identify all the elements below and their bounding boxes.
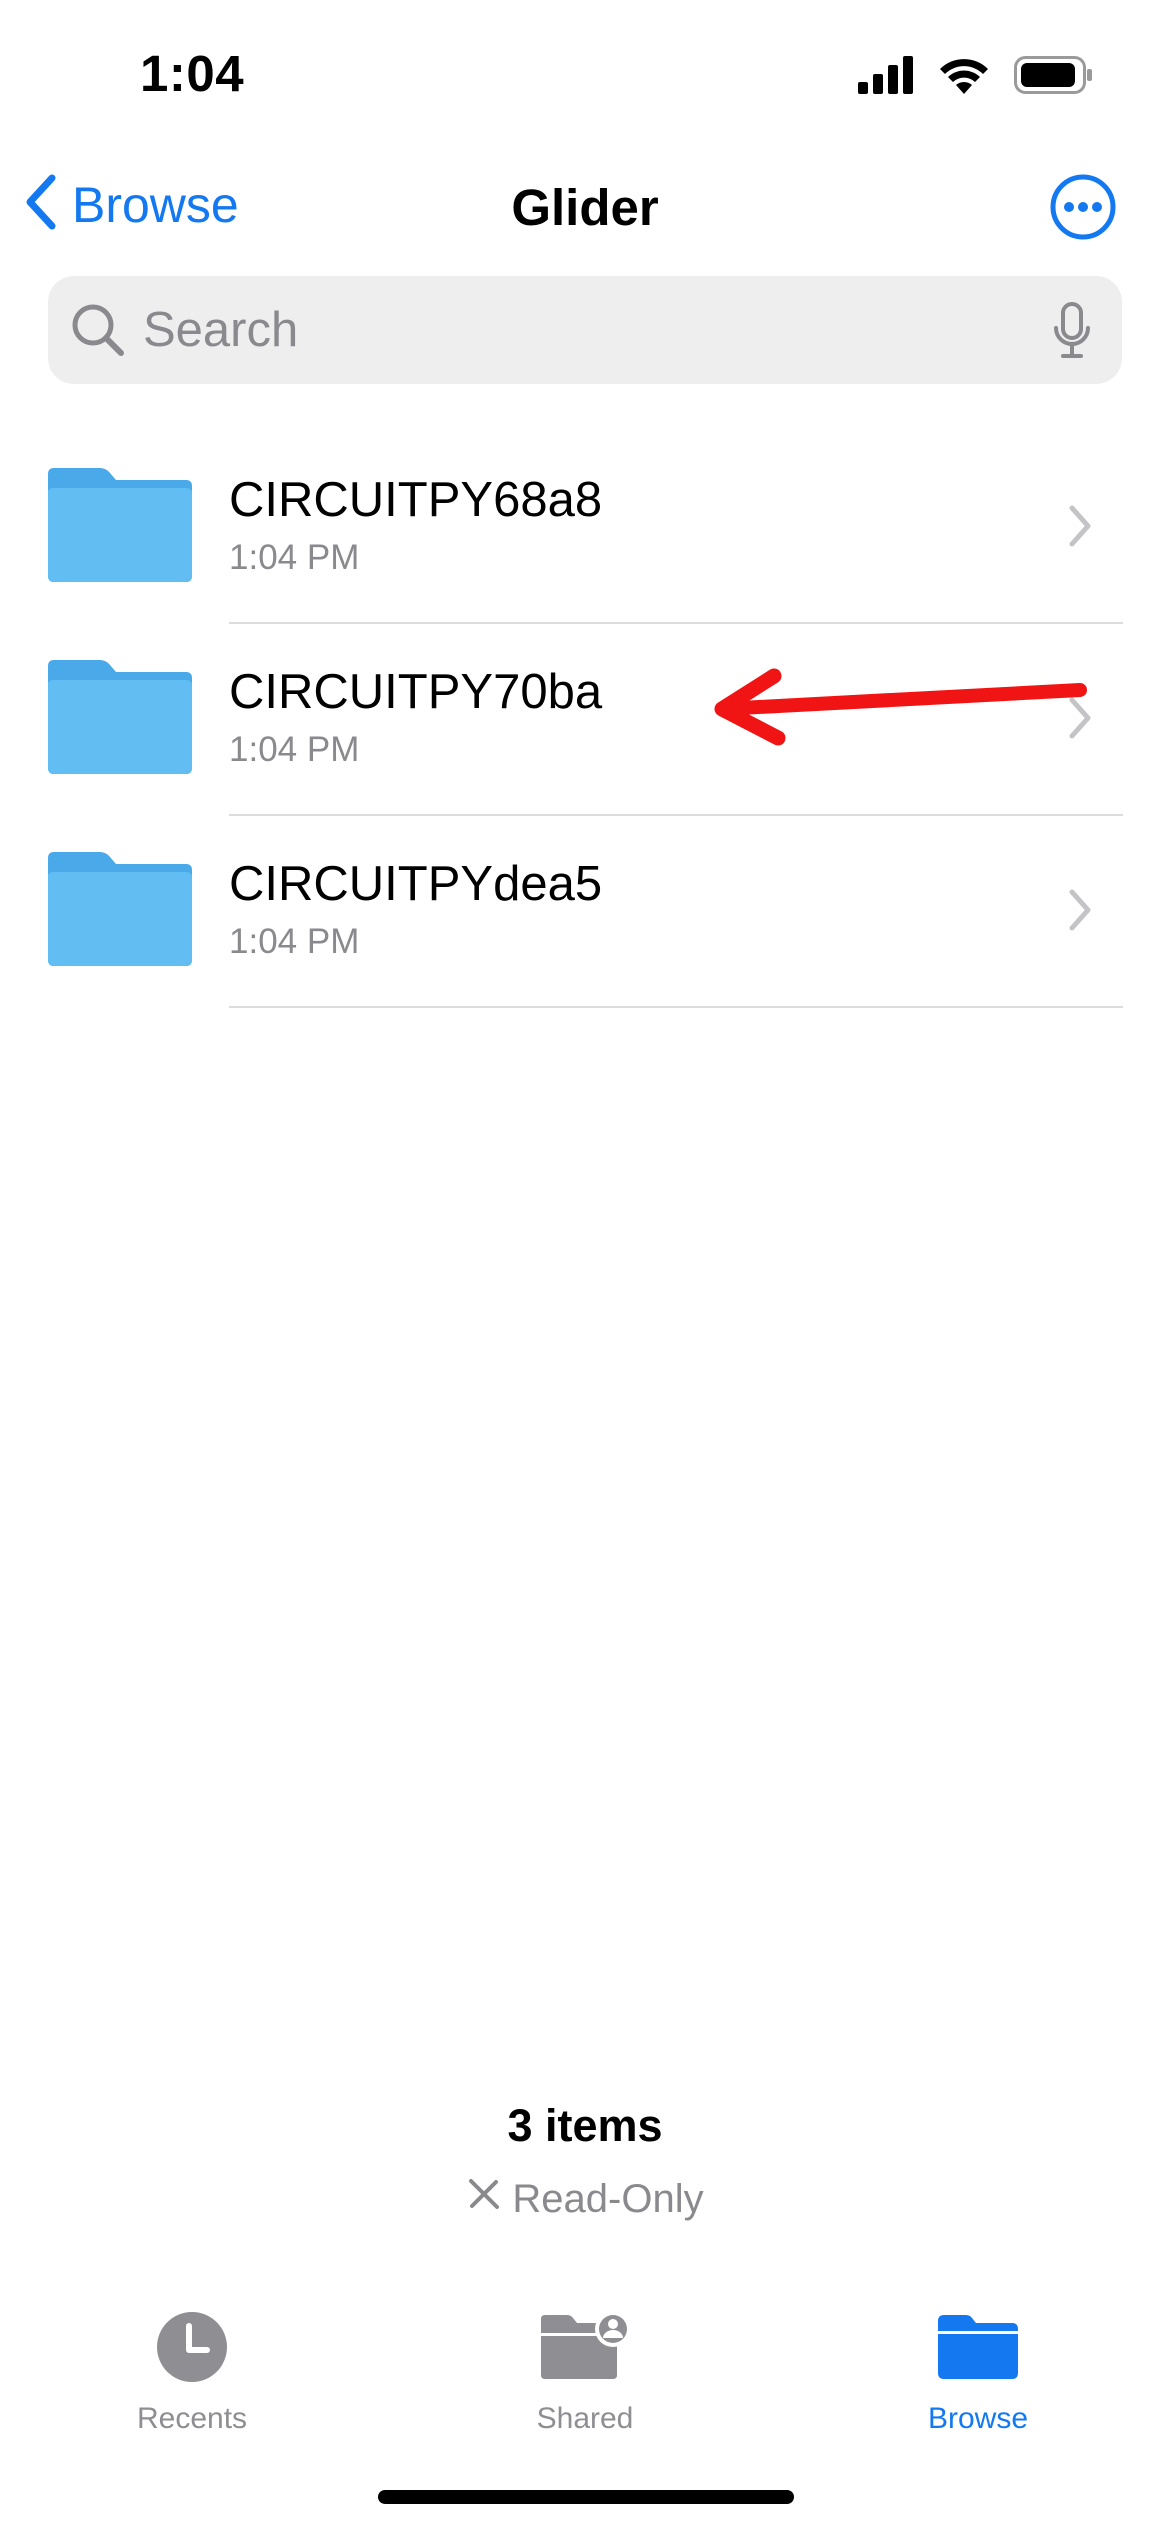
file-name: CIRCUITPY68a8	[229, 473, 603, 527]
tab-label: Browse	[927, 2402, 1029, 2435]
wifi-icon	[938, 56, 990, 99]
chevron-right-icon	[1068, 504, 1092, 553]
chevron-right-icon	[1068, 696, 1092, 745]
chevron-right-icon	[1068, 888, 1092, 937]
folder-icon	[48, 852, 192, 971]
search-bar[interactable]	[48, 276, 1122, 384]
shared-folder-icon	[537, 2310, 633, 2388]
microphone-icon[interactable]	[1052, 302, 1092, 365]
file-name: CIRCUITPYdea5	[229, 857, 603, 911]
more-options-button[interactable]	[1049, 173, 1117, 241]
file-time: 1:04 PM	[229, 922, 360, 961]
folder-icon	[938, 2314, 1018, 2384]
file-name: CIRCUITPY70ba	[229, 665, 603, 719]
file-time: 1:04 PM	[229, 538, 360, 577]
read-only-status: Read-Only	[0, 2176, 1170, 2222]
status-icons	[858, 56, 1094, 99]
tab-browse[interactable]: Browse	[858, 2304, 1098, 2436]
list-item[interactable]: CIRCUITPY70ba 1:04 PM	[0, 624, 1170, 816]
cellular-signal-icon	[858, 56, 914, 99]
page-title: Glider	[511, 179, 659, 236]
tab-shared[interactable]: Shared	[465, 2304, 705, 2436]
tab-label: Recents	[136, 2402, 248, 2435]
home-indicator[interactable]	[378, 2490, 794, 2504]
battery-icon	[1014, 56, 1094, 99]
read-only-label: Read-Only	[512, 2176, 704, 2221]
folder-icon	[48, 468, 192, 587]
ellipsis-circle-icon	[1049, 174, 1117, 245]
clock-icon	[155, 2310, 229, 2389]
tab-recents[interactable]: Recents	[72, 2304, 312, 2436]
search-icon	[70, 302, 126, 363]
search-input[interactable]	[143, 276, 1043, 384]
status-time: 1:04	[140, 45, 245, 102]
file-time: 1:04 PM	[229, 730, 360, 769]
tab-bar: Recents Shared Browse	[0, 2280, 1170, 2480]
tab-label: Shared	[536, 2402, 634, 2435]
file-list: CIRCUITPY68a8 1:04 PM CIRCUITPY70ba 1:04…	[0, 432, 1170, 1008]
folder-icon	[48, 660, 192, 779]
row-divider	[229, 1006, 1123, 1008]
files-screen: 1:04 Browse Glider Search CIRCUITPY68a8 …	[0, 0, 1170, 2532]
item-count: 3 items	[507, 2100, 663, 2151]
list-item[interactable]: CIRCUITPY68a8 1:04 PM	[0, 432, 1170, 624]
pencil-slash-icon	[466, 2176, 502, 2222]
list-item[interactable]: CIRCUITPYdea5 1:04 PM	[0, 816, 1170, 1008]
